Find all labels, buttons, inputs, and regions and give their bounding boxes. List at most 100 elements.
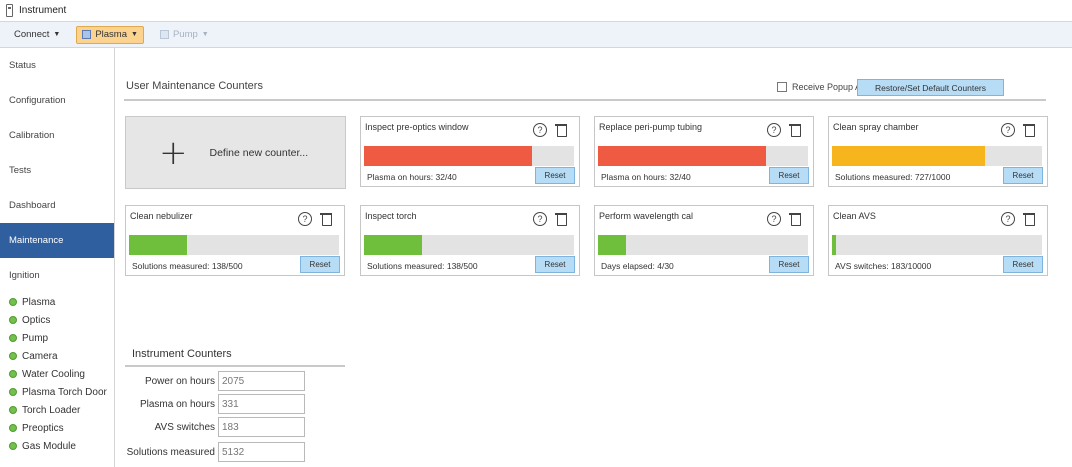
help-icon[interactable]: ? <box>533 123 547 137</box>
sidebar-item-calibration[interactable]: Calibration <box>0 118 114 153</box>
status-ok-icon <box>9 316 17 324</box>
pump-icon <box>159 30 169 39</box>
sidebar-item-dashboard[interactable]: Dashboard <box>0 188 114 223</box>
pump-label: Pump <box>172 29 198 40</box>
reset-button[interactable]: Reset <box>1003 256 1043 273</box>
maintenance-counter-card: Clean AVS? AVS switches: 183/10000 Reset <box>828 205 1048 276</box>
sidebar-subitem-water-cooling[interactable]: Water Cooling <box>0 365 114 383</box>
counter-progress-bar <box>832 235 1042 255</box>
reset-button[interactable]: Reset <box>769 256 809 273</box>
counter-title: Perform wavelength cal <box>599 211 694 221</box>
card-actions: ? <box>1001 212 1035 226</box>
chevron-down-icon: ▼ <box>53 31 61 38</box>
sidebar-subitem-plasma-torch-door[interactable]: Plasma Torch Door <box>0 383 114 401</box>
card-actions: ? <box>533 212 567 226</box>
help-icon[interactable]: ? <box>298 212 312 226</box>
card-actions: ? <box>1001 123 1035 137</box>
counter-progress-bar <box>832 146 1042 166</box>
checkbox-box[interactable] <box>777 82 787 92</box>
counter-title: Replace peri-pump tubing <box>599 122 703 132</box>
instrument-app-icon <box>6 4 13 17</box>
maintenance-counter-card: Inspect pre-optics window? Plasma on hour… <box>360 116 580 187</box>
chevron-down-icon: ▼ <box>201 31 209 38</box>
sidebar-subitem-gas-module[interactable]: Gas Module <box>0 437 114 455</box>
pump-menu-button[interactable]: Pump ▼ <box>154 26 215 44</box>
solutions-measured-field: 5132 <box>218 442 305 462</box>
plasma-label: Plasma <box>95 29 128 40</box>
counter-progress-fill <box>598 235 626 255</box>
help-icon[interactable]: ? <box>1001 212 1015 226</box>
counter-progress-bar <box>364 235 574 255</box>
define-new-counter-button[interactable]: + Define new counter... <box>125 116 346 189</box>
sidebar-subitem-torch-loader[interactable]: Torch Loader <box>0 401 114 419</box>
instrument-counter-row: AVS switches 183 <box>125 417 310 437</box>
plasma-on-hours-label: Plasma on hours <box>139 398 215 410</box>
plasma-on-hours-field: 331 <box>218 394 305 414</box>
sidebar-subitem-camera[interactable]: Camera <box>0 347 114 365</box>
sidebar-subitem-optics[interactable]: Optics <box>0 311 114 329</box>
connect-label: Connect <box>14 29 50 40</box>
define-new-counter-label: Define new counter... <box>209 146 309 159</box>
trash-icon[interactable] <box>555 212 567 226</box>
counter-title: Clean nebulizer <box>130 211 193 221</box>
sidebar-subitem-pump[interactable]: Pump <box>0 329 114 347</box>
sidebar-item-status[interactable]: Status <box>0 48 114 83</box>
counter-progress-bar <box>364 146 574 166</box>
toolbar: Connect ▼ Plasma ▼ Pump ▼ <box>0 22 1072 48</box>
counter-progress-fill <box>598 146 766 166</box>
reset-button[interactable]: Reset <box>535 256 575 273</box>
instrument-counters-divider <box>125 365 345 367</box>
maintenance-counter-card: Perform wavelength cal? Days elapsed: 4/3… <box>594 205 814 276</box>
card-actions: ? <box>298 212 332 226</box>
title-bar: Instrument <box>0 0 1072 22</box>
status-ok-icon <box>9 334 17 342</box>
reset-button[interactable]: Reset <box>300 256 340 273</box>
counter-status: Solutions measured: 138/500 <box>132 261 243 271</box>
trash-icon[interactable] <box>789 123 801 137</box>
help-icon[interactable]: ? <box>767 212 781 226</box>
trash-icon[interactable] <box>1023 123 1035 137</box>
counter-progress-fill <box>832 146 985 166</box>
counter-title: Inspect pre-optics window <box>365 122 469 132</box>
counter-status: Plasma on hours: 32/40 <box>601 172 691 182</box>
counter-title: Clean spray chamber <box>833 122 919 132</box>
solutions-measured-label: Solutions measured <box>126 446 215 458</box>
instrument-counter-row: Power on hours 2075 <box>125 371 310 391</box>
sidebar-item-configuration[interactable]: Configuration <box>0 83 114 118</box>
status-ok-icon <box>9 406 17 414</box>
card-actions: ? <box>767 212 801 226</box>
trash-icon[interactable] <box>555 123 567 137</box>
plus-icon: + <box>159 132 188 173</box>
counter-title: Clean AVS <box>833 211 876 221</box>
reset-button[interactable]: Reset <box>1003 167 1043 184</box>
sidebar-subitem-plasma[interactable]: Plasma <box>0 293 114 311</box>
trash-icon[interactable] <box>789 212 801 226</box>
counter-status: Plasma on hours: 32/40 <box>367 172 457 182</box>
instrument-counters-title: Instrument Counters <box>132 348 232 360</box>
sidebar-item-ignition[interactable]: Ignition <box>0 258 114 293</box>
reset-button[interactable]: Reset <box>535 167 575 184</box>
counter-status: Solutions measured: 727/1000 <box>835 172 951 182</box>
help-icon[interactable]: ? <box>1001 123 1015 137</box>
sidebar-item-tests[interactable]: Tests <box>0 153 114 188</box>
help-icon[interactable]: ? <box>767 123 781 137</box>
sidebar-subitem-preoptics[interactable]: Preoptics <box>0 419 114 437</box>
connect-menu-button[interactable]: Connect ▼ <box>8 26 66 44</box>
power-on-hours-field: 2075 <box>218 371 305 391</box>
plasma-menu-button[interactable]: Plasma ▼ <box>76 25 144 44</box>
sidebar-item-maintenance[interactable]: Maintenance <box>0 223 114 258</box>
status-ok-icon <box>9 370 17 378</box>
counter-status: Solutions measured: 138/500 <box>367 261 478 271</box>
counter-progress-bar <box>129 235 339 255</box>
page-title: User Maintenance Counters <box>126 80 263 92</box>
status-ok-icon <box>9 424 17 432</box>
restore-default-counters-button[interactable]: Restore/Set Default Counters <box>857 79 1004 96</box>
status-ok-icon <box>9 388 17 396</box>
trash-icon[interactable] <box>1023 212 1035 226</box>
counter-progress-fill <box>364 235 422 255</box>
reset-button[interactable]: Reset <box>769 167 809 184</box>
trash-icon[interactable] <box>320 212 332 226</box>
help-icon[interactable]: ? <box>533 212 547 226</box>
counter-progress-fill <box>364 146 532 166</box>
counter-status: Days elapsed: 4/30 <box>601 261 674 271</box>
